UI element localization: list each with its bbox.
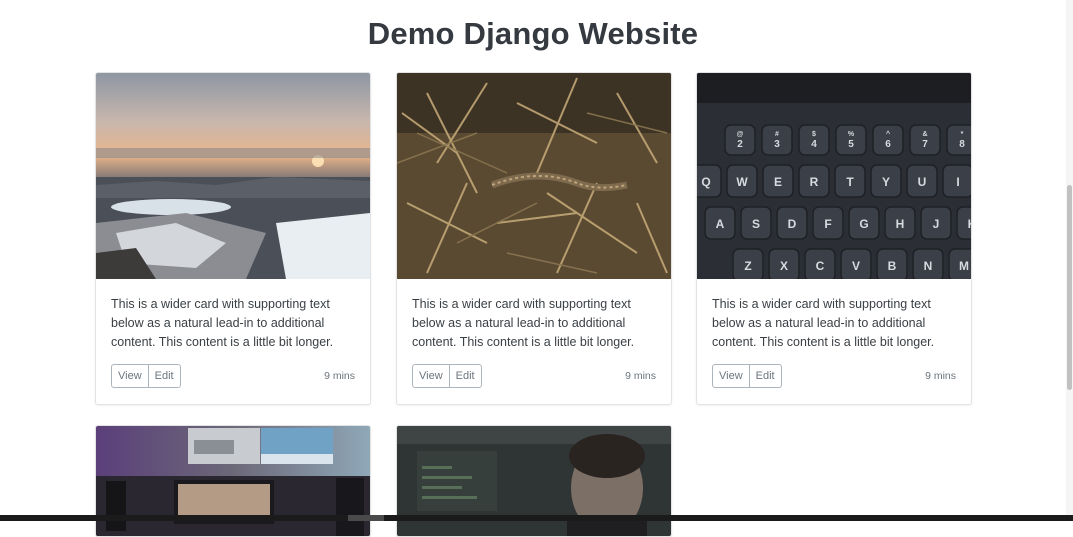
keyboard-key-label: % [848,131,855,138]
card: This is a wider card with supporting tex… [95,72,371,405]
keyboard-key-label: S [752,217,760,231]
card-time: 9 mins [925,370,956,382]
keyboard-key-label: H [896,217,905,231]
keyboard-key-label: 4 [811,139,817,150]
card-text: This is a wider card with supporting tex… [712,297,935,349]
card: This is a wider card with supporting tex… [396,72,672,405]
scrollbar-thumb[interactable] [1067,185,1072,390]
card-text: This is a wider card with supporting tex… [111,297,334,349]
keyboard-key-label: Y [882,175,890,189]
keyboard-key-label: * [961,131,964,138]
view-button[interactable]: View [412,364,450,388]
keyboard-key-label: 2 [737,139,743,150]
keyboard-key-label: K [968,217,971,231]
keyboard-key-label: R [810,175,819,189]
keyboard-key-label: C [816,259,825,273]
keyboard-key-label: 5 [848,139,854,150]
view-button[interactable]: View [111,364,149,388]
keyboard-key-label: M [959,259,969,273]
taskbar-app-button[interactable] [348,515,384,521]
card-actions: View Edit [712,364,782,388]
keyboard-key-label: B [888,259,897,273]
card-image: @2 #3 $4%5 ^6 &7 *8 Q W E R T Y U I A S D F G H J K Z X C V B N M [697,73,971,279]
card: @2 #3 $4%5 ^6 &7 *8 Q W E R T Y U I A S D F G H J K Z X C V B N M Th… [696,72,972,405]
view-button[interactable]: View [712,364,750,388]
keyboard-key-label: # [775,131,779,138]
keyboard-key-label: Q [701,175,710,189]
card-time: 9 mins [625,370,656,382]
keyboard-key-label: 8 [959,139,965,150]
card-time: 9 mins [324,370,355,382]
keyboard-key-label: 6 [885,139,891,150]
keyboard-key-label: A [716,217,725,231]
keyboard-key-label: D [788,217,797,231]
card-image [96,73,370,279]
keyboard-key-label: I [956,175,959,189]
edit-button[interactable]: Edit [749,364,782,388]
keyboard-key-label: F [824,217,831,231]
keyboard-key-label: J [933,217,940,231]
keyboard-key-label: W [736,175,748,189]
edit-button[interactable]: Edit [449,364,482,388]
keyboard-key-label: ^ [886,130,890,138]
card-actions: View Edit [111,364,181,388]
card-text: This is a wider card with supporting tex… [412,297,635,349]
keyboard-key-label: Z [744,259,751,273]
keyboard-key-label: @ [737,131,744,138]
keyboard-key-label: 3 [774,139,780,150]
keyboard-key-label: E [774,175,782,189]
page-title: Demo Django Website [367,16,699,51]
keyboard-key-label: G [859,217,868,231]
keyboard-key-label: U [918,175,927,189]
keyboard-key-label: X [780,259,788,273]
card-actions: View Edit [412,364,482,388]
card-image [397,73,671,279]
keyboard-key-label: V [852,259,860,273]
keyboard-key-label: 7 [922,139,928,150]
taskbar [0,515,1073,521]
keyboard-key-label: T [846,175,854,189]
keyboard-key-label: $ [812,131,816,138]
keyboard-key-label: & [922,131,927,138]
keyboard-key-label: N [924,259,933,273]
edit-button[interactable]: Edit [148,364,181,388]
